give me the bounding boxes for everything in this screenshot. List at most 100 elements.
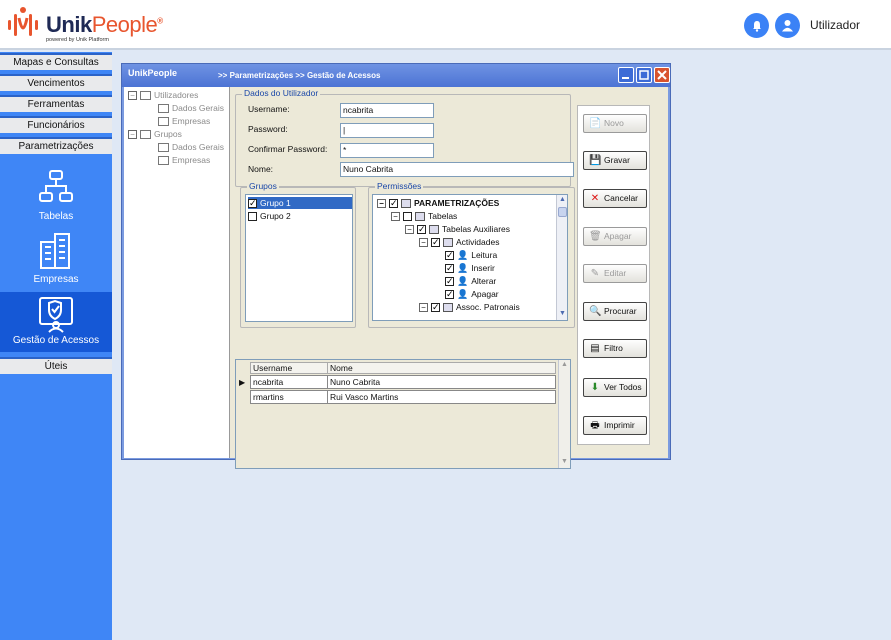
user-button[interactable] <box>775 13 800 38</box>
list-item-grupo-1[interactable]: Grupo 1 <box>248 197 352 209</box>
editar-button[interactable]: ✎ Editar <box>583 264 647 283</box>
navigation-tree: − Utilizadores Dados Gerais Empresas − Gru… <box>124 87 230 458</box>
perm-label: Leitura <box>471 250 498 260</box>
breadcrumb: >> Parametrizações >> Gestão de Acessos <box>218 71 381 80</box>
checkbox[interactable] <box>248 197 257 209</box>
ver-todos-button[interactable]: ⬇ Ver Todos <box>583 378 647 397</box>
perm-item-parametrizacoes[interactable]: − PARAMETRIZAÇÕES <box>377 197 499 210</box>
checkbox[interactable] <box>417 223 426 236</box>
grid-header-nome[interactable]: Nome <box>327 362 556 374</box>
table-icon <box>443 238 453 248</box>
nome-input[interactable]: Nuno Cabrita <box>340 162 574 177</box>
perm-item-leitura[interactable]: 👤Leitura <box>445 249 497 262</box>
checkbox[interactable] <box>445 262 454 275</box>
delete-icon: 🗑 <box>589 231 602 242</box>
password-label: Password: <box>248 124 288 134</box>
password-input[interactable]: | <box>340 123 434 138</box>
close-button[interactable] <box>654 67 670 83</box>
scroll-up-icon[interactable]: ▲ <box>558 196 567 205</box>
grid-cell-username[interactable]: ncabrita <box>250 375 328 389</box>
perm-item-apagar[interactable]: 👤Apagar <box>445 288 499 301</box>
table-icon <box>158 104 169 114</box>
perm-item-tabelas[interactable]: − Tabelas <box>391 210 457 223</box>
checkbox[interactable] <box>445 249 454 262</box>
list-item-grupo-2[interactable]: Grupo 2 <box>248 210 352 222</box>
tree-label: Dados Gerais <box>172 142 224 152</box>
scroll-up-icon[interactable]: ▲ <box>560 361 569 370</box>
collapse-icon[interactable]: − <box>128 130 137 140</box>
apagar-button[interactable]: 🗑 Apagar <box>583 227 647 246</box>
scroll-thumb[interactable] <box>558 207 567 217</box>
sidebar-tile-gestao-acessos[interactable]: Gestão de Acessos <box>0 292 112 352</box>
sidebar-item-parametrizacoes[interactable]: Parametrizações <box>0 137 112 154</box>
grid-cell-nome[interactable]: Rui Vasco Martins <box>327 390 556 404</box>
sidebar-tile-empresas[interactable]: Empresas <box>0 228 112 288</box>
checkbox[interactable] <box>431 301 440 314</box>
sidebar-tile-label: Tabelas <box>38 211 74 222</box>
grupos-list[interactable]: Grupo 1 Grupo 2 <box>245 194 353 322</box>
brand-unik: Unik <box>46 12 92 37</box>
checkbox[interactable] <box>445 275 454 288</box>
checkbox[interactable] <box>445 288 454 301</box>
sidebar-item-mapas[interactable]: Mapas e Consultas <box>0 53 112 70</box>
sidebar-tile-label: Gestão de Acessos <box>12 335 100 346</box>
sidebar: Mapas e Consultas Vencimentos Ferramenta… <box>0 52 112 640</box>
tree-item-dados-gerais[interactable]: Dados Gerais <box>158 141 224 153</box>
tree-label: Utilizadores <box>154 90 199 100</box>
user-label[interactable]: Utilizador <box>810 18 860 32</box>
novo-button[interactable]: 📄 Novo <box>583 114 647 133</box>
checkbox[interactable] <box>248 212 257 222</box>
collapse-icon[interactable]: − <box>391 212 400 222</box>
filtro-button[interactable]: ▤ Filtro <box>583 339 647 358</box>
perm-item-alterar[interactable]: 👤Alterar <box>445 275 496 288</box>
perm-item-inserir[interactable]: 👤Inserir <box>445 262 495 275</box>
collapse-icon[interactable]: − <box>377 199 386 209</box>
user-key-icon: 👤 <box>457 263 469 273</box>
notifications-button[interactable] <box>744 13 769 38</box>
grid-header-username[interactable]: Username <box>250 362 328 374</box>
perm-item-actividades[interactable]: − Actividades <box>419 236 499 249</box>
tree-item-empresas[interactable]: Empresas <box>158 115 210 127</box>
scroll-down-icon[interactable]: ▼ <box>558 310 567 319</box>
checkbox[interactable] <box>403 212 412 222</box>
perm-item-assoc-patronais[interactable]: − Assoc. Patronais <box>419 301 520 314</box>
sidebar-item-funcionarios[interactable]: Funcionários <box>0 116 112 133</box>
checkbox[interactable] <box>431 236 440 249</box>
maximize-button[interactable] <box>636 67 652 83</box>
tree-item-dados-gerais[interactable]: Dados Gerais <box>158 102 224 114</box>
brand-name: UnikPeople® <box>46 12 163 38</box>
button-label: Filtro <box>604 343 623 353</box>
procurar-button[interactable]: 🔍 Procurar <box>583 302 647 321</box>
collapse-icon[interactable]: − <box>419 238 428 248</box>
grid-cell-nome[interactable]: Nuno Cabrita <box>327 375 556 389</box>
collapse-icon[interactable]: − <box>128 91 137 101</box>
tree-item-utilizadores[interactable]: − Utilizadores <box>128 89 198 101</box>
collapse-icon[interactable]: − <box>419 303 428 313</box>
unikpeople-logo[interactable]: UnikPeople® powered by Unik Platform <box>6 4 166 46</box>
tree-item-empresas[interactable]: Empresas <box>158 154 210 166</box>
sidebar-item-ferramentas[interactable]: Ferramentas <box>0 95 112 112</box>
perm-item-tabelas-auxiliares[interactable]: − Tabelas Auxiliares <box>405 223 510 236</box>
permissions-scrollbar[interactable]: ▲ ▼ <box>556 195 567 320</box>
tree-item-grupos[interactable]: − Grupos <box>128 128 182 140</box>
confirm-password-input[interactable]: * <box>340 143 434 158</box>
collapse-icon[interactable]: − <box>405 225 414 235</box>
permissions-tree[interactable]: − PARAMETRIZAÇÕES − Tabelas − Tabelas Auxil… <box>372 194 568 321</box>
user-circle-icon <box>782 20 793 32</box>
grid-scrollbar[interactable]: ▲ ▼ <box>558 360 570 468</box>
checkbox[interactable] <box>389 197 398 210</box>
sidebar-tile-tabelas[interactable]: Tabelas <box>0 165 112 225</box>
scroll-down-icon[interactable]: ▼ <box>560 458 569 467</box>
nome-label: Nome: <box>248 164 274 174</box>
imprimir-button[interactable]: 🖶 Imprimir <box>583 416 647 435</box>
username-input[interactable]: ncabrita <box>340 103 434 118</box>
minimize-button[interactable] <box>618 67 634 83</box>
folder-icon <box>140 91 151 101</box>
sidebar-item-uteis[interactable]: Úteis <box>0 357 112 374</box>
minimize-icon <box>622 77 629 79</box>
gravar-button[interactable]: 💾 Gravar <box>583 151 647 170</box>
window-titlebar[interactable]: UnikPeople >> Parametrizações >> Gestão … <box>122 64 670 87</box>
grid-cell-username[interactable]: rmartins <box>250 390 328 404</box>
sidebar-item-vencimentos[interactable]: Vencimentos <box>0 74 112 91</box>
cancelar-button[interactable]: ✕ Cancelar <box>583 189 647 208</box>
